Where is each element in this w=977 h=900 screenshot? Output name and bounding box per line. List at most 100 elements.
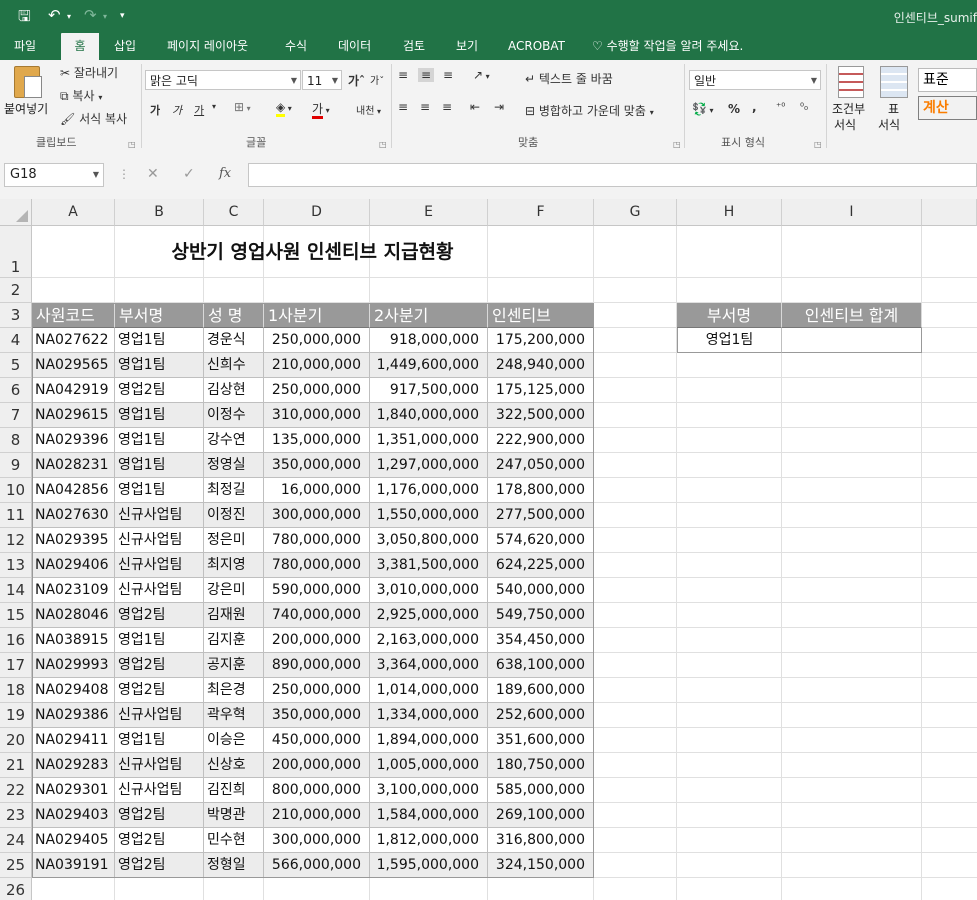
table-cell[interactable]: 624,225,000 (488, 553, 594, 578)
table-cell[interactable]: 영업1팀 (115, 428, 204, 453)
tab-view[interactable]: 보기 (448, 33, 486, 60)
summary-total-cell[interactable] (782, 328, 922, 353)
table-cell[interactable]: 최은경 (204, 678, 264, 703)
borders-icon[interactable]: ⊞ ▾ (234, 100, 251, 114)
summary-dept-cell[interactable]: 영업1팀 (677, 328, 782, 353)
table-cell[interactable]: 2,925,000,000 (370, 603, 488, 628)
table-cell[interactable]: 영업2팀 (115, 378, 204, 403)
table-cell[interactable]: 김상현 (204, 378, 264, 403)
table-cell[interactable]: 351,600,000 (488, 728, 594, 753)
row-header-17[interactable]: 17 (0, 653, 32, 678)
row-header-7[interactable]: 7 (0, 403, 32, 428)
table-cell[interactable]: NA027630 (32, 503, 115, 528)
table-cell[interactable]: NA038915 (32, 628, 115, 653)
row-header-16[interactable]: 16 (0, 628, 32, 653)
table-cell[interactable]: NA029565 (32, 353, 115, 378)
table-cell[interactable]: 3,100,000,000 (370, 778, 488, 803)
table-cell[interactable]: 780,000,000 (264, 553, 370, 578)
table-cell[interactable]: 김진희 (204, 778, 264, 803)
format-as-table-button[interactable]: 표 서식 (874, 64, 914, 134)
table-cell[interactable]: NA023109 (32, 578, 115, 603)
name-box[interactable]: G18 ▼ (4, 163, 104, 187)
table-cell[interactable]: 정영실 (204, 453, 264, 478)
phonetic-button[interactable]: 내천 ▾ (356, 102, 381, 117)
cancel-icon[interactable]: ✕ (147, 166, 159, 182)
summary-header-total[interactable]: 인센티브 합계 (782, 303, 922, 328)
align-right-icon[interactable]: ≡ (442, 100, 452, 114)
table-cell[interactable]: 영업2팀 (115, 853, 204, 878)
table-cell[interactable]: 1,595,000,000 (370, 853, 488, 878)
column-header-c[interactable]: C (204, 199, 264, 226)
table-cell[interactable]: 540,000,000 (488, 578, 594, 603)
table-cell[interactable]: 이정진 (204, 503, 264, 528)
row-header-8[interactable]: 8 (0, 428, 32, 453)
column-header-d[interactable]: D (264, 199, 370, 226)
table-cell[interactable]: 180,750,000 (488, 753, 594, 778)
table-cell[interactable]: 신희수 (204, 353, 264, 378)
table-cell[interactable]: 신규사업팀 (115, 528, 204, 553)
chevron-down-icon[interactable]: ▾ (212, 102, 216, 111)
tab-data[interactable]: 데이터 (330, 33, 379, 60)
table-cell[interactable]: 248,940,000 (488, 353, 594, 378)
align-center-icon[interactable]: ≡ (420, 100, 430, 114)
table-cell[interactable]: NA028046 (32, 603, 115, 628)
column-header-e[interactable]: E (370, 199, 488, 226)
summary-header-dept[interactable]: 부서명 (677, 303, 782, 328)
row-header-21[interactable]: 21 (0, 753, 32, 778)
table-cell[interactable]: 영업2팀 (115, 828, 204, 853)
row-header-14[interactable]: 14 (0, 578, 32, 603)
tab-file[interactable]: 파일 (6, 33, 44, 60)
table-cell[interactable]: 영업2팀 (115, 653, 204, 678)
table-cell[interactable]: 영업1팀 (115, 328, 204, 353)
table-cell[interactable]: NA029396 (32, 428, 115, 453)
table-cell[interactable]: NA029386 (32, 703, 115, 728)
italic-button[interactable]: 가 (172, 102, 182, 118)
table-cell[interactable]: 1,334,000,000 (370, 703, 488, 728)
row-header-1[interactable]: 1 (0, 226, 32, 278)
table-cell[interactable]: 200,000,000 (264, 628, 370, 653)
table-cell[interactable]: 신상호 (204, 753, 264, 778)
table-cell[interactable]: 210,000,000 (264, 353, 370, 378)
align-left-icon[interactable]: ≡ (398, 100, 408, 114)
table-header-cell[interactable]: 1사분기 (264, 303, 370, 328)
decrease-indent-icon[interactable]: ⇤ (470, 100, 480, 114)
table-cell[interactable]: 740,000,000 (264, 603, 370, 628)
align-middle-icon[interactable]: ≡ (418, 68, 435, 82)
row-header-2[interactable]: 2 (0, 278, 32, 303)
row-header-3[interactable]: 3 (0, 303, 32, 328)
font-color-icon[interactable]: 가 ▾ (312, 100, 330, 119)
table-cell[interactable]: 189,600,000 (488, 678, 594, 703)
table-cell[interactable]: 정은미 (204, 528, 264, 553)
merge-center-button[interactable]: ⊟ 병합하고 가운데 맞춤 ▾ (525, 102, 654, 119)
table-cell[interactable]: 1,550,000,000 (370, 503, 488, 528)
clipboard-launcher-icon[interactable]: ◳ (128, 140, 136, 149)
font-name-combo[interactable]: 맑은 고딕 ▼ (145, 70, 301, 90)
table-cell[interactable]: 1,840,000,000 (370, 403, 488, 428)
table-cell[interactable]: 영업1팀 (115, 453, 204, 478)
row-header-25[interactable]: 25 (0, 853, 32, 878)
table-cell[interactable]: NA039191 (32, 853, 115, 878)
table-header-cell[interactable]: 사원코드 (32, 303, 115, 328)
table-cell[interactable]: 민수현 (204, 828, 264, 853)
table-cell[interactable]: NA042919 (32, 378, 115, 403)
column-header-i[interactable]: I (782, 199, 922, 226)
table-cell[interactable]: 1,014,000,000 (370, 678, 488, 703)
tab-formulas[interactable]: 수식 (277, 33, 315, 60)
table-cell[interactable]: NA029615 (32, 403, 115, 428)
row-header-9[interactable]: 9 (0, 453, 32, 478)
table-cell[interactable]: 강은미 (204, 578, 264, 603)
undo-dropdown-icon[interactable]: ▾ (67, 12, 71, 21)
cut-button[interactable]: ✂ 잘라내기 (60, 64, 118, 81)
tab-page-layout[interactable]: 페이지 레이아웃 (159, 33, 256, 60)
formula-input[interactable] (248, 163, 977, 187)
align-bottom-icon[interactable]: ≡ (443, 68, 453, 82)
percent-button[interactable]: % (728, 102, 740, 116)
row-header-6[interactable]: 6 (0, 378, 32, 403)
tab-acrobat[interactable]: ACROBAT (500, 33, 573, 60)
table-cell[interactable]: 신규사업팀 (115, 753, 204, 778)
paste-button[interactable]: 붙여넣기 (4, 64, 52, 126)
row-header-22[interactable]: 22 (0, 778, 32, 803)
table-cell[interactable]: 1,351,000,000 (370, 428, 488, 453)
table-cell[interactable]: 549,750,000 (488, 603, 594, 628)
column-header-h[interactable]: H (677, 199, 782, 226)
